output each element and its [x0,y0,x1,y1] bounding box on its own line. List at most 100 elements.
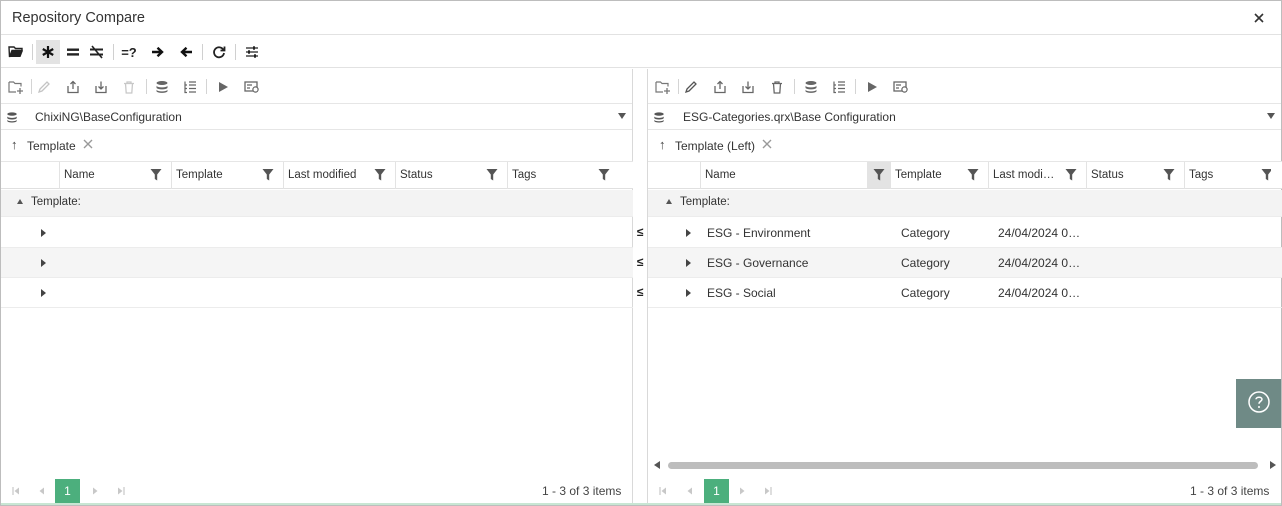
scroll-left-icon[interactable] [654,461,660,469]
filter-icon[interactable] [1065,168,1079,182]
table-row[interactable] [1,248,633,278]
not-equal-icon[interactable] [85,40,109,64]
play-icon[interactable] [862,77,882,97]
filter-icon[interactable] [150,168,164,182]
sort-up-arrow-icon[interactable]: ↑ [659,137,666,152]
folder-open-icon[interactable] [4,40,28,64]
filter-icon[interactable] [374,168,388,182]
table-row[interactable] [1,218,633,248]
column-header-status[interactable]: Status [395,162,507,189]
preview-card-icon[interactable] [891,77,911,97]
remove-group-close-icon[interactable] [82,138,94,150]
toolbar-separator [678,79,679,94]
arrow-right-icon[interactable] [146,40,170,64]
column-header-status[interactable]: Status [1086,162,1184,189]
right-repository-selector[interactable]: ESG-Categories.qrx\Base Configuration [648,105,1281,130]
prev-page-icon[interactable] [684,485,696,497]
column-header-tags[interactable]: Tags [507,162,619,189]
scroll-right-icon[interactable] [1270,461,1276,469]
page-number-button[interactable]: 1 [55,479,80,503]
export-icon[interactable] [710,77,730,97]
next-page-icon[interactable] [89,485,101,497]
expand-caret-icon[interactable] [686,259,691,267]
column-header-tags[interactable]: Tags [1184,162,1282,189]
column-header-template[interactable]: Template [171,162,283,189]
last-page-icon[interactable] [115,485,127,497]
filter-icon[interactable] [867,162,891,188]
filter-icon[interactable] [598,168,612,182]
chevron-down-icon[interactable] [1267,113,1275,119]
left-group-chip-label[interactable]: Template [27,139,76,153]
question-equal-icon[interactable]: =? [117,40,141,64]
add-folder-icon[interactable] [653,77,673,97]
collapse-caret-icon[interactable] [666,199,672,204]
expand-caret-icon[interactable] [686,229,691,237]
right-group-chip-label[interactable]: Template (Left) [675,139,755,153]
filter-icon[interactable] [262,168,276,182]
left-group-panel: ↑ Template [1,131,632,159]
table-row[interactable]: ESG - Social Category 24/04/2024 0… [648,278,1282,308]
list-tree-icon[interactable] [180,77,200,97]
database-icon[interactable] [152,77,172,97]
import-icon[interactable] [91,77,111,97]
page-number-button[interactable]: 1 [704,479,729,503]
toolbar-separator [206,79,207,94]
filter-icon[interactable] [1261,168,1271,182]
database-icon[interactable] [801,77,821,97]
right-pane-toolbar [648,69,1281,104]
close-icon[interactable] [1251,10,1267,26]
expand-caret-icon[interactable] [41,259,46,267]
column-header-name[interactable]: Name [700,162,891,189]
edit-icon[interactable] [34,77,54,97]
question-circle-icon [1247,390,1271,417]
help-button[interactable] [1236,379,1281,428]
left-pane: ChixiNG\BaseConfiguration ↑ Template Nam… [1,69,633,505]
repository-compare-window: Repository Compare =? ChixiNG\BaseConfig… [0,0,1282,506]
first-page-icon[interactable] [657,485,669,497]
last-page-icon[interactable] [762,485,774,497]
delete-icon[interactable] [767,77,787,97]
settings-sliders-icon[interactable] [240,40,264,64]
column-header-last-modified[interactable]: Last modi… [988,162,1086,189]
list-tree-icon[interactable] [829,77,849,97]
expand-caret-icon[interactable] [41,289,46,297]
next-page-icon[interactable] [736,485,748,497]
toolbar-separator [32,44,33,60]
column-header-name[interactable]: Name [59,162,171,189]
add-folder-icon[interactable] [6,77,26,97]
column-header-last-modified[interactable]: Last modified [283,162,395,189]
filter-icon[interactable] [1163,168,1177,182]
refresh-icon[interactable] [207,40,231,64]
left-repository-selector[interactable]: ChixiNG\BaseConfiguration [1,105,632,130]
delete-icon[interactable] [119,77,139,97]
prev-page-icon[interactable] [36,485,48,497]
collapse-caret-icon[interactable] [17,199,23,204]
import-icon[interactable] [738,77,758,97]
play-icon[interactable] [213,77,233,97]
scrollbar-thumb[interactable] [668,462,1258,469]
main-toolbar: =? [1,36,1281,68]
first-page-icon[interactable] [10,485,22,497]
left-group-band[interactable]: Template: [1,190,633,217]
table-row[interactable] [1,278,633,308]
compare-indicator: ≤ [636,285,644,299]
expand-caret-icon[interactable] [41,229,46,237]
preview-card-icon[interactable] [242,77,262,97]
table-row[interactable]: ESG - Environment Category 24/04/2024 0… [648,218,1282,248]
sort-up-arrow-icon[interactable]: ↑ [11,137,18,152]
filter-icon[interactable] [967,168,981,182]
equals-icon[interactable] [61,40,85,64]
asterisk-icon[interactable] [36,40,60,64]
table-row[interactable]: ESG - Governance Category 24/04/2024 0… [648,248,1282,278]
filter-icon[interactable] [486,168,500,182]
page-info: 1 - 3 of 3 items [1190,484,1270,498]
edit-icon[interactable] [681,77,701,97]
column-header-template[interactable]: Template [890,162,988,189]
right-group-band[interactable]: Template: [648,190,1282,217]
remove-group-close-icon[interactable] [761,138,773,150]
chevron-down-icon[interactable] [618,113,626,119]
arrow-left-icon[interactable] [174,40,198,64]
horizontal-scrollbar[interactable] [654,459,1276,471]
export-icon[interactable] [63,77,83,97]
expand-caret-icon[interactable] [686,289,691,297]
